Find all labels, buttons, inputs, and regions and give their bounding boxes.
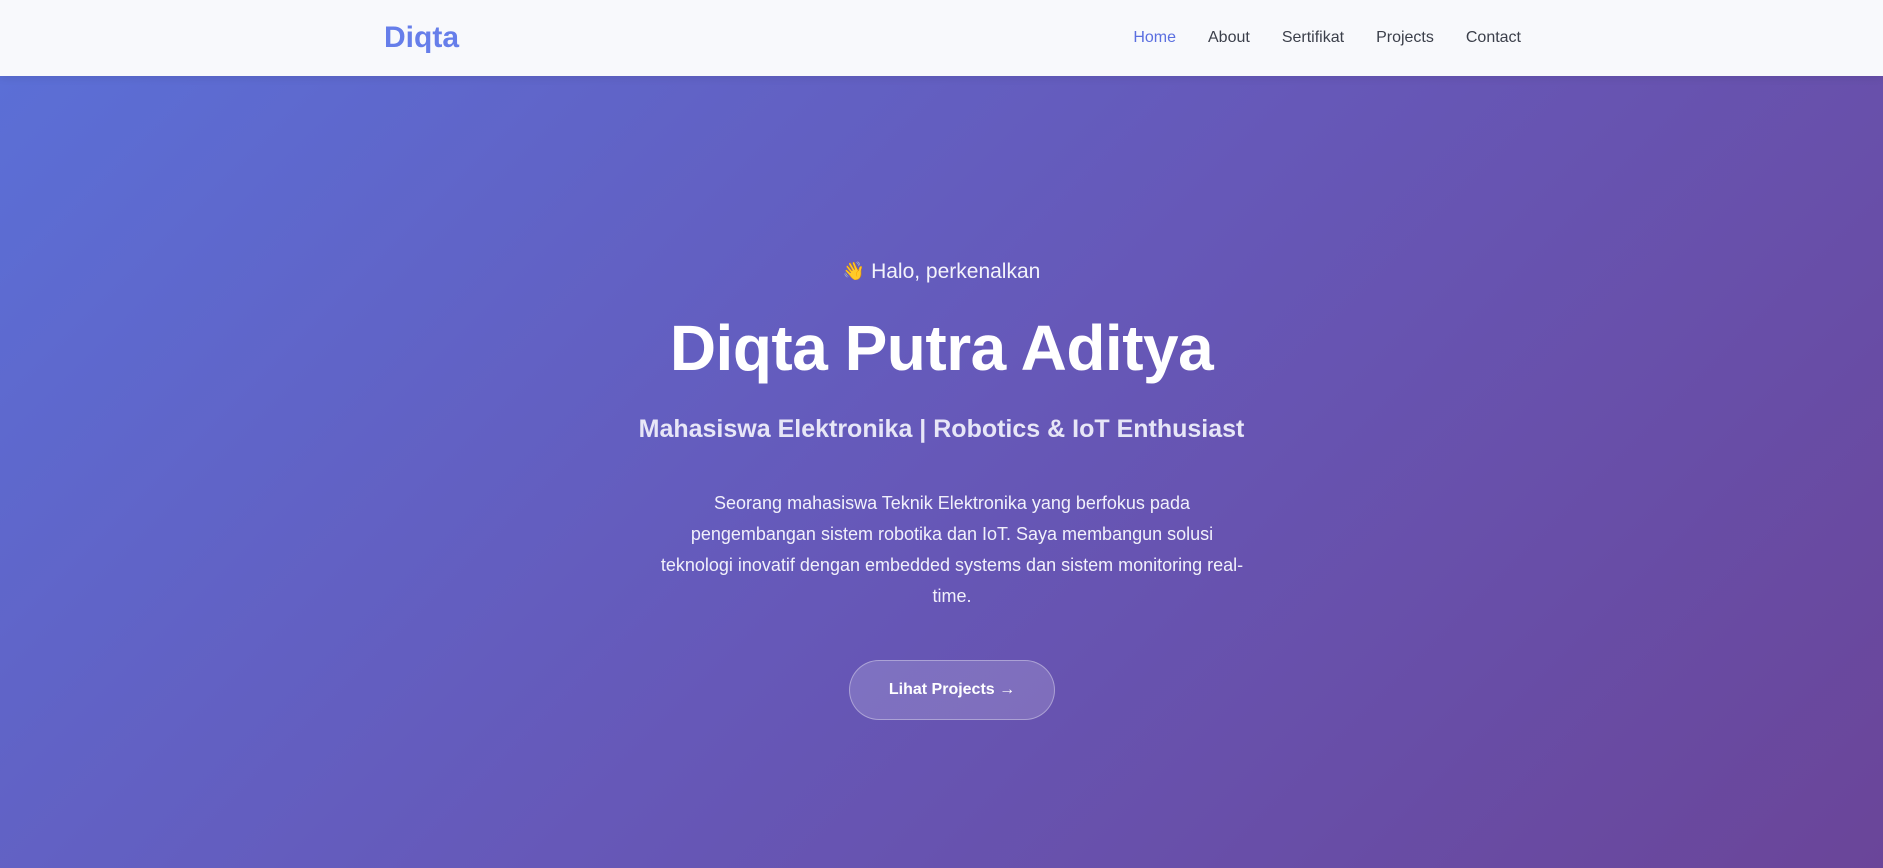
nav-link-home[interactable]: Home: [1133, 29, 1176, 46]
nav-item-contact: Contact: [1466, 26, 1521, 50]
hero-greeting: 👋 Halo, perkenalkan: [0, 256, 1883, 287]
hero-name: Diqta Putra Aditya: [669, 312, 1214, 384]
view-projects-button[interactable]: Lihat Projects →: [849, 660, 1055, 720]
brand-logo[interactable]: Diqta: [384, 18, 459, 58]
nav-link-projects[interactable]: Projects: [1376, 29, 1434, 46]
hero-role: Mahasiswa Elektronika | Robotics & IoT E…: [638, 415, 1245, 443]
nav-link-contact[interactable]: Contact: [1466, 29, 1521, 46]
waving-hand-icon: 👋: [842, 261, 866, 281]
hero-description: Seorang mahasiswa Teknik Elektronika yan…: [660, 493, 1244, 606]
nav-link-sertifikat[interactable]: Sertifikat: [1282, 29, 1344, 46]
hero-section: 👋 Halo, perkenalkan Diqta Putra Aditya Ma…: [0, 76, 1883, 868]
hero-greeting-text: Halo, perkenalkan: [871, 260, 1041, 283]
navbar: Diqta Home About Sertifikat Projects Con…: [0, 0, 1883, 76]
nav-item-projects: Projects: [1376, 26, 1434, 50]
nav-item-sertifikat: Sertifikat: [1282, 26, 1344, 50]
nav-link-about[interactable]: About: [1208, 29, 1250, 46]
nav-item-home: Home: [1133, 26, 1176, 50]
nav-links: Home About Sertifikat Projects Contact: [1133, 26, 1521, 50]
nav-item-about: About: [1208, 26, 1250, 50]
